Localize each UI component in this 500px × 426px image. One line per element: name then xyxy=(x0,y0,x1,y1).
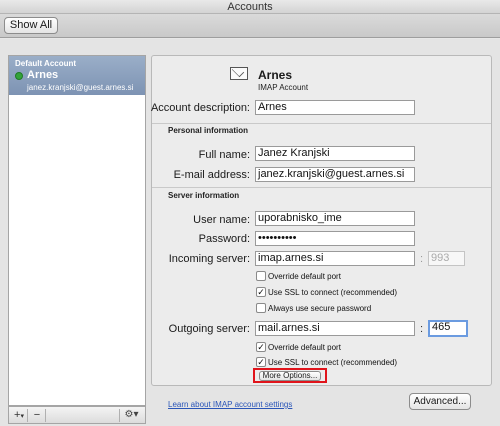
divider xyxy=(152,187,491,188)
secure-password-label: Always use secure password xyxy=(268,304,372,313)
outgoing-server-field[interactable]: mail.arnes.si xyxy=(255,321,415,336)
checkmark-icon: ✓ xyxy=(257,287,265,297)
status-online-icon xyxy=(15,72,23,80)
port-separator: : xyxy=(420,323,424,335)
add-account-button[interactable]: +▾ xyxy=(11,409,28,422)
highlight-box: More Options... xyxy=(253,368,327,383)
advanced-button[interactable]: Advanced... xyxy=(409,393,471,410)
user-name-field[interactable]: uporabnisko_ime xyxy=(255,211,415,226)
account-description-field[interactable]: Arnes xyxy=(255,100,415,115)
toolbar: Show All xyxy=(0,14,500,38)
account-list-name: Arnes xyxy=(27,69,59,81)
full-name-field[interactable]: Janez Kranjski xyxy=(255,146,415,161)
default-account-header: Default Account xyxy=(15,59,77,68)
port-separator: : xyxy=(420,253,424,265)
incoming-ssl-label: Use SSL to connect (recommended) xyxy=(268,288,398,297)
email-field[interactable]: janez.kranjski@guest.arnes.si xyxy=(255,167,415,182)
account-title: Arnes xyxy=(258,68,293,82)
incoming-override-port-label: Override default port xyxy=(268,272,341,281)
learn-imap-settings-link[interactable]: Learn about IMAP account settings xyxy=(168,400,292,409)
divider xyxy=(152,123,491,124)
incoming-server-field[interactable]: imap.arnes.si xyxy=(255,251,415,266)
account-description-label: Account description: xyxy=(150,102,250,114)
secure-password-checkbox[interactable] xyxy=(256,303,266,313)
account-list-toolbar: +▾ − ⚙▾ xyxy=(8,406,146,424)
incoming-server-label: Incoming server: xyxy=(168,253,250,265)
incoming-override-port-checkbox[interactable] xyxy=(256,271,266,281)
envelope-icon xyxy=(230,67,248,80)
outgoing-ssl-label: Use SSL to connect (recommended) xyxy=(268,358,398,367)
checkmark-icon: ✓ xyxy=(257,357,265,367)
gear-icon: ⚙▾ xyxy=(124,409,139,420)
more-options-button[interactable]: More Options... xyxy=(259,371,321,381)
server-info-heading: Server information xyxy=(168,191,240,200)
remove-account-button[interactable]: − xyxy=(29,409,46,422)
show-all-button[interactable]: Show All xyxy=(4,17,58,34)
outgoing-port-field[interactable]: 465 xyxy=(428,320,468,337)
user-name-label: User name: xyxy=(193,214,250,226)
chevron-down-icon: ▾ xyxy=(20,413,24,420)
full-name-label: Full name: xyxy=(198,149,250,161)
window-title: Accounts xyxy=(0,0,500,14)
outgoing-override-port-label: Override default port xyxy=(268,343,341,352)
checkmark-icon: ✓ xyxy=(257,342,265,352)
outgoing-ssl-checkbox[interactable]: ✓ xyxy=(256,357,266,367)
password-field[interactable]: •••••••••• xyxy=(255,231,415,246)
password-label: Password: xyxy=(198,233,250,245)
minus-icon: − xyxy=(33,409,41,421)
account-list-item-arnes[interactable]: Default Account Arnes janez.kranjski@gue… xyxy=(9,56,145,95)
account-actions-button[interactable]: ⚙▾ xyxy=(119,409,143,422)
personal-info-heading: Personal information xyxy=(168,126,249,135)
email-label: E-mail address: xyxy=(173,169,250,181)
account-list-email: janez.kranjski@guest.arnes.si xyxy=(27,83,134,92)
incoming-port-field[interactable]: 993 xyxy=(428,251,465,266)
account-type: IMAP Account xyxy=(258,83,309,92)
incoming-ssl-checkbox[interactable]: ✓ xyxy=(256,287,266,297)
outgoing-override-port-checkbox[interactable]: ✓ xyxy=(256,342,266,352)
outgoing-server-label: Outgoing server: xyxy=(168,323,250,335)
